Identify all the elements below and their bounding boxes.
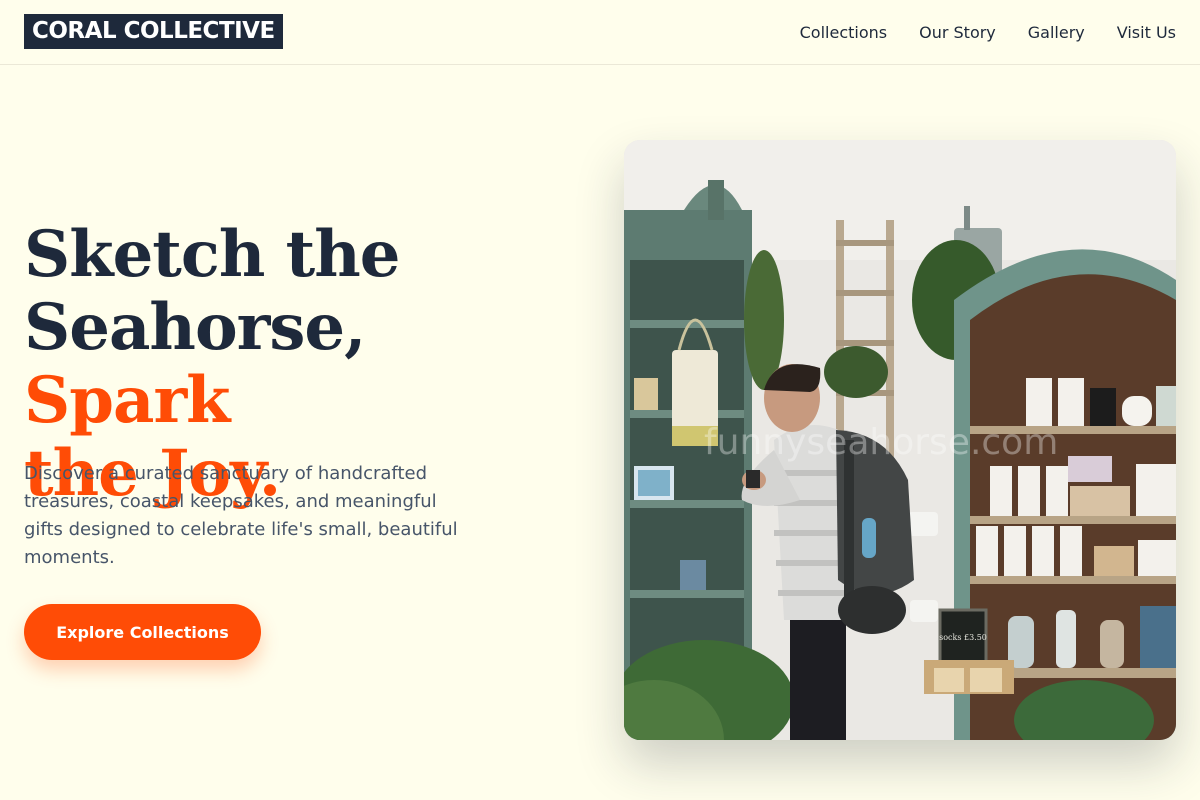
site-header: CORAL COLLECTIVE Collections Our Story G… (0, 0, 1200, 65)
hero-photo-shop-interior: socks £3.50 funnyseahorse.com (624, 140, 1176, 740)
hero-description: Discover a curated sanctuary of handcraf… (24, 463, 458, 568)
hero-title-line-1: Sketch the (24, 217, 400, 292)
nav-link-collections[interactable]: Collections (800, 23, 887, 42)
sign-text: socks £3.50 (939, 633, 987, 642)
image-watermark: funnyseahorse.com (704, 422, 1059, 463)
hero-title-line-2: Seahorse, (24, 290, 366, 365)
nav-link-visit-us[interactable]: Visit Us (1117, 23, 1176, 42)
main-nav: Collections Our Story Gallery Visit Us (800, 20, 1176, 44)
explore-collections-button[interactable]: Explore Collections (24, 604, 261, 660)
nav-link-our-story[interactable]: Our Story (919, 23, 996, 42)
brand-logo[interactable]: CORAL COLLECTIVE (24, 14, 283, 49)
hero-title-accent-1: Spark (24, 363, 230, 438)
nav-link-gallery[interactable]: Gallery (1028, 23, 1085, 42)
